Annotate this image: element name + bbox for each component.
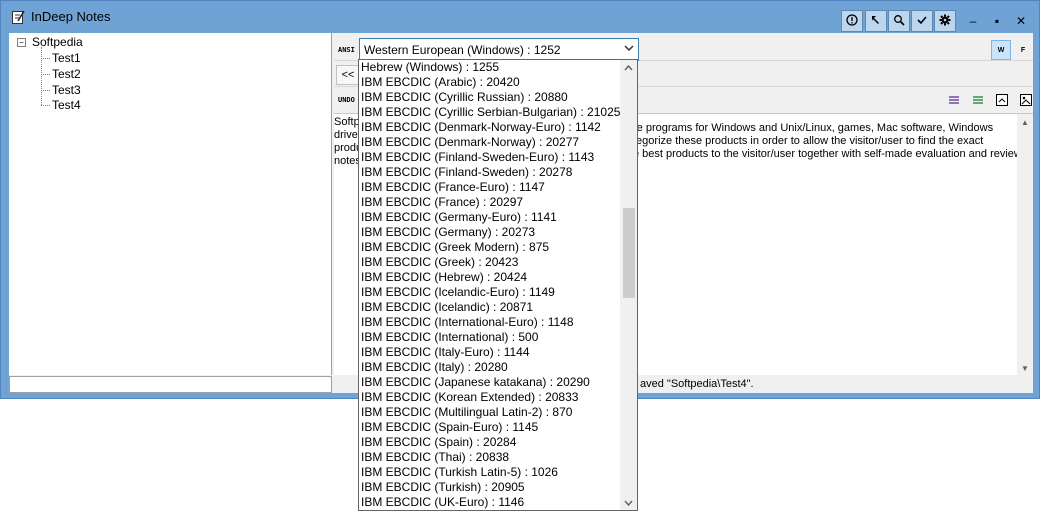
dropdown-scrollbar[interactable] <box>620 60 637 510</box>
back-button[interactable]: << <box>336 65 360 85</box>
tree-connector <box>41 90 50 91</box>
pointer-icon <box>870 14 882 29</box>
encoding-option[interactable]: IBM EBCDIC (Arabic) : 20420 <box>359 75 621 90</box>
align-center-icon[interactable] <box>972 94 984 106</box>
window-title: InDeep Notes <box>31 9 111 24</box>
encoding-option[interactable]: IBM EBCDIC (Italy) : 20280 <box>359 360 621 375</box>
encoding-option[interactable]: IBM EBCDIC (Hebrew) : 20424 <box>359 270 621 285</box>
insert-image-icon[interactable] <box>996 94 1008 106</box>
encoding-option[interactable]: IBM EBCDIC (Greek) : 20423 <box>359 255 621 270</box>
ansi-label: ANSI <box>338 46 355 54</box>
tree-connector <box>41 105 50 106</box>
w-button[interactable]: W <box>991 40 1011 60</box>
f-button[interactable]: F <box>1013 40 1033 60</box>
close-button[interactable]: ✕ <box>1009 10 1033 32</box>
encoding-option[interactable]: IBM EBCDIC (Icelandic-Euro) : 1149 <box>359 285 621 300</box>
encoding-option[interactable]: IBM EBCDIC (UK-Euro) : 1146 <box>359 495 621 510</box>
encoding-option[interactable]: IBM EBCDIC (Japanese katakana) : 20290 <box>359 375 621 390</box>
tree-item-test2[interactable]: Test2 <box>52 67 81 81</box>
tree-item-test1[interactable]: Test1 <box>52 51 81 65</box>
info-button[interactable] <box>841 10 863 32</box>
encoding-option[interactable]: IBM EBCDIC (Multilingual Latin-2) : 870 <box>359 405 621 420</box>
undo-button[interactable]: UNDO <box>338 96 355 104</box>
encoding-option[interactable]: IBM EBCDIC (Finland-Sweden-Euro) : 1143 <box>359 150 621 165</box>
notepad-icon <box>12 10 25 24</box>
encoding-option[interactable]: IBM EBCDIC (Cyrillic Serbian-Bulgarian) … <box>359 105 621 120</box>
check-button[interactable] <box>911 10 933 32</box>
settings-button[interactable] <box>934 10 956 32</box>
maximize-button[interactable]: ▪ <box>985 10 1009 32</box>
tree-item-test4[interactable]: Test4 <box>52 98 81 112</box>
info-icon <box>846 13 858 29</box>
encoding-option[interactable]: IBM EBCDIC (Denmark-Norway) : 20277 <box>359 135 621 150</box>
scroll-down-icon[interactable] <box>620 495 637 510</box>
encoding-selected-value: Western European (Windows) : 1252 <box>364 42 561 57</box>
encoding-select[interactable]: Western European (Windows) : 1252 <box>359 38 639 61</box>
pointer-button[interactable] <box>865 10 887 32</box>
encoding-option[interactable]: IBM EBCDIC (International-Euro) : 1148 <box>359 315 621 330</box>
encoding-option[interactable]: IBM EBCDIC (Turkish) : 20905 <box>359 480 621 495</box>
encoding-option[interactable]: IBM EBCDIC (Denmark-Norway-Euro) : 1142 <box>359 120 621 135</box>
search-icon <box>893 14 905 29</box>
encoding-option[interactable]: IBM EBCDIC (International) : 500 <box>359 330 621 345</box>
encoding-option[interactable]: IBM EBCDIC (Spain) : 20284 <box>359 435 621 450</box>
encoding-options: Hebrew (Windows) : 1255 IBM EBCDIC (Arabi… <box>359 60 621 510</box>
encoding-option[interactable]: IBM EBCDIC (Spain-Euro) : 1145 <box>359 420 621 435</box>
encoding-option[interactable]: IBM EBCDIC (Germany-Euro) : 1141 <box>359 210 621 225</box>
encoding-option[interactable]: IBM EBCDIC (Italy-Euro) : 1144 <box>359 345 621 360</box>
encoding-option[interactable]: IBM EBCDIC (Germany) : 20273 <box>359 225 621 240</box>
encoding-option[interactable]: Hebrew (Windows) : 1255 <box>359 60 621 75</box>
gear-icon <box>939 14 951 29</box>
note-line: e best products to the visitor/user toge… <box>633 148 1022 160</box>
tree-item-test3[interactable]: Test3 <box>52 83 81 97</box>
scroll-up-icon[interactable]: ▲ <box>1017 114 1033 130</box>
search-button[interactable] <box>888 10 910 32</box>
tree-connector <box>41 47 42 105</box>
tree-connector <box>41 74 50 75</box>
align-left-icon[interactable] <box>948 94 960 106</box>
encoding-dropdown-list[interactable]: Hebrew (Windows) : 1255 IBM EBCDIC (Arabi… <box>358 59 638 511</box>
editor-scrollbar[interactable]: ▲ ▼ <box>1017 114 1033 376</box>
collapse-icon[interactable]: − <box>17 37 26 47</box>
encoding-option[interactable]: IBM EBCDIC (Thai) : 20838 <box>359 450 621 465</box>
scroll-up-icon[interactable] <box>620 60 637 75</box>
tree-filter-input[interactable] <box>9 376 332 393</box>
tree-root-label[interactable]: Softpedia <box>32 35 83 49</box>
check-icon <box>916 14 928 29</box>
note-line: tegorize these products in order to allo… <box>633 135 984 147</box>
encoding-option[interactable]: IBM EBCDIC (Finland-Sweden) : 20278 <box>359 165 621 180</box>
scroll-down-icon[interactable]: ▼ <box>1017 360 1033 376</box>
note-line: notes <box>334 155 361 167</box>
chevron-down-icon <box>624 43 634 56</box>
encoding-option[interactable]: IBM EBCDIC (Greek Modern) : 875 <box>359 240 621 255</box>
title-bar[interactable]: InDeep Notes – ▪ ✕ <box>1 1 1039 32</box>
tree-root[interactable]: − Softpedia <box>17 35 83 49</box>
insert-picture-icon[interactable] <box>1020 94 1032 106</box>
note-line: Softp <box>334 116 360 128</box>
encoding-option[interactable]: IBM EBCDIC (Cyrillic Russian) : 20880 <box>359 90 621 105</box>
encoding-option[interactable]: IBM EBCDIC (Turkish Latin-5) : 1026 <box>359 465 621 480</box>
encoding-option[interactable]: IBM EBCDIC (Icelandic) : 20871 <box>359 300 621 315</box>
tree-connector <box>41 58 50 59</box>
status-text: aved "Softpedia\Test4". <box>640 378 754 390</box>
encoding-option[interactable]: IBM EBCDIC (Korean Extended) : 20833 <box>359 390 621 405</box>
note-line: re programs for Windows and Unix/Linux, … <box>633 122 994 134</box>
encoding-option[interactable]: IBM EBCDIC (France) : 20297 <box>359 195 621 210</box>
minimize-button[interactable]: – <box>961 10 985 32</box>
scrollbar-thumb[interactable] <box>623 208 635 298</box>
encoding-option[interactable]: IBM EBCDIC (France-Euro) : 1147 <box>359 180 621 195</box>
notes-tree[interactable]: − Softpedia Test1 Test2 Test3 Test4 <box>9 33 332 375</box>
encoding-toolbar: ANSI Western European (Windows) : 1252 W… <box>334 35 1033 61</box>
